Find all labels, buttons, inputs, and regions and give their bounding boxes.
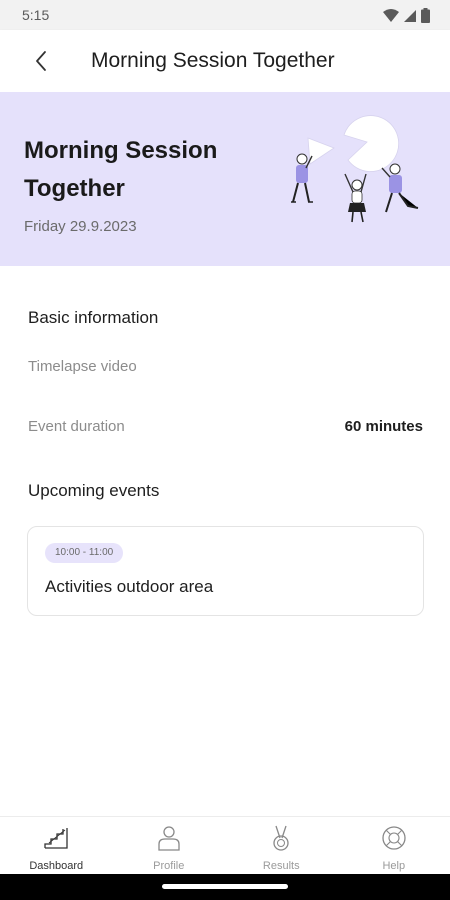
event-card-title: Activities outdoor area	[45, 577, 214, 596]
event-title: Morning Session Together	[24, 137, 218, 202]
help-circle-icon	[382, 826, 406, 850]
event-time-badge: 10:00 - 11:00	[45, 543, 124, 563]
chevron-left-icon	[36, 51, 46, 71]
event-card[interactable]: 10:00 - 11:00 Activities outdoor area	[27, 526, 424, 616]
wifi-icon	[383, 8, 399, 22]
timelapse-video-link[interactable]: Timelapse video	[28, 358, 137, 375]
nav-item-help[interactable]: Help	[338, 817, 450, 874]
page-title: Morning Session Together	[91, 49, 335, 72]
bottom-navigation: Dashboard Profile Results Help	[0, 816, 450, 874]
nav-item-results[interactable]: Results	[225, 817, 338, 874]
battery-icon	[421, 8, 430, 23]
status-time: 5:15	[22, 7, 50, 23]
event-duration-label: Event duration	[28, 418, 125, 435]
person-icon	[158, 826, 180, 851]
nav-item-profile[interactable]: Profile	[113, 817, 226, 874]
back-button[interactable]	[24, 44, 58, 78]
status-icons	[383, 8, 430, 23]
system-navigation-bar	[0, 874, 450, 900]
basic-information-heading: Basic information	[28, 308, 159, 327]
nav-label-profile: Profile	[153, 860, 185, 872]
nav-item-dashboard[interactable]: Dashboard	[0, 817, 113, 874]
status-bar: 5:15	[0, 0, 450, 30]
cellular-icon	[404, 9, 416, 22]
medal-icon	[273, 825, 289, 851]
home-gesture-handle[interactable]	[162, 884, 288, 889]
people-carrying-pie-chart-illustration	[291, 115, 419, 223]
event-hero: Morning Session Together Friday 29.9.202…	[0, 92, 450, 266]
app-bar: Morning Session Together	[0, 30, 450, 92]
event-date: Friday 29.9.2023	[24, 218, 137, 235]
nav-label-help: Help	[382, 860, 406, 872]
nav-label-dashboard: Dashboard	[29, 860, 84, 872]
upcoming-events-heading: Upcoming events	[28, 481, 160, 500]
event-duration-value: 60 minutes	[344, 418, 423, 435]
nav-label-results: Results	[262, 860, 300, 872]
stairs-icon	[44, 828, 68, 849]
